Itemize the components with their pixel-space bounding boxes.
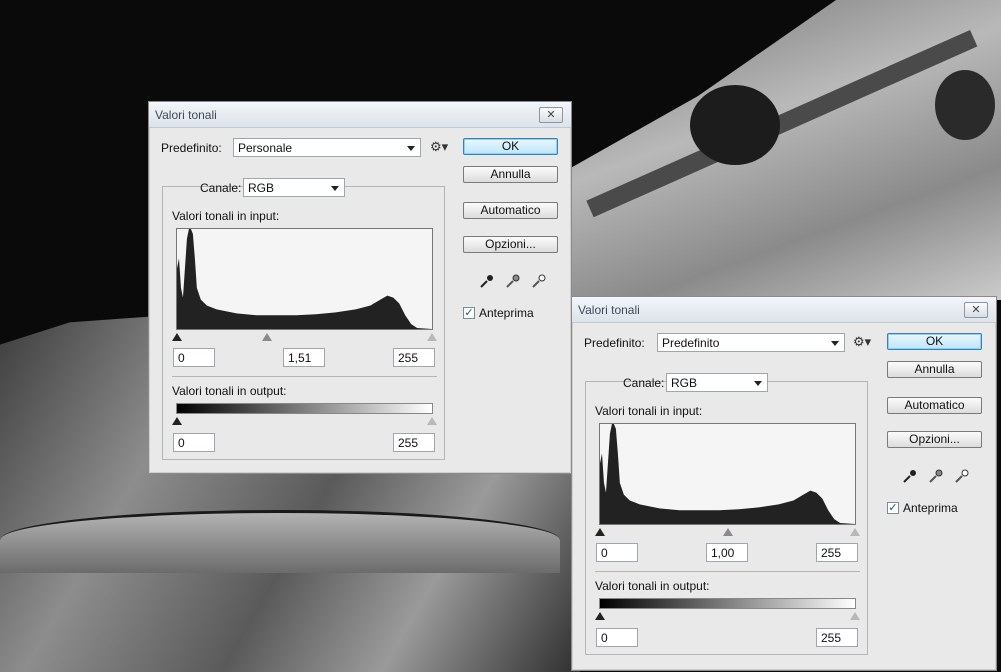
- close-button[interactable]: ✕: [964, 302, 988, 318]
- gray-eyedropper-icon[interactable]: [504, 272, 522, 290]
- input-gamma-field[interactable]: 1,51: [283, 348, 325, 367]
- chevron-down-icon: [754, 381, 762, 386]
- black-eyedropper-icon[interactable]: [901, 467, 919, 485]
- preset-select[interactable]: Personale: [233, 138, 421, 157]
- output-black-slider[interactable]: [172, 417, 182, 425]
- output-black-field[interactable]: 0: [596, 628, 638, 647]
- channel-select[interactable]: RGB: [243, 178, 345, 197]
- output-levels-label: Valori tonali in output:: [595, 579, 710, 593]
- dialog-title: Valori tonali: [155, 108, 217, 122]
- output-levels-label: Valori tonali in output:: [172, 384, 287, 398]
- chevron-down-icon: [831, 341, 839, 346]
- preview-label: Anteprima: [479, 306, 534, 320]
- preset-value: Predefinito: [662, 336, 720, 350]
- gear-icon[interactable]: ⚙▾: [430, 139, 448, 155]
- output-white-slider[interactable]: [427, 417, 437, 425]
- preview-label: Anteprima: [903, 501, 958, 515]
- input-white-field[interactable]: 255: [393, 348, 435, 367]
- input-levels-label: Valori tonali in input:: [172, 209, 280, 223]
- preset-select[interactable]: Predefinito: [657, 333, 845, 352]
- auto-button[interactable]: Automatico: [887, 397, 982, 414]
- levels-dialog-default: Valori tonali ✕ Predefinito: Predefinito…: [571, 296, 997, 671]
- output-white-field[interactable]: 255: [393, 433, 435, 452]
- ok-button[interactable]: OK: [887, 333, 982, 350]
- preset-label: Predefinito:: [584, 336, 645, 350]
- output-gradient: [599, 598, 856, 609]
- input-black-slider[interactable]: [172, 333, 182, 341]
- divider: [172, 376, 437, 377]
- cancel-button[interactable]: Annulla: [463, 166, 558, 183]
- white-eyedropper-icon[interactable]: [953, 467, 971, 485]
- dialog-title: Valori tonali: [578, 303, 640, 317]
- output-black-slider[interactable]: [595, 612, 605, 620]
- chevron-down-icon: [331, 186, 339, 191]
- input-white-field[interactable]: 255: [816, 543, 858, 562]
- options-button[interactable]: Opzioni...: [887, 431, 982, 448]
- input-gamma-slider[interactable]: [262, 333, 272, 341]
- close-icon: ✕: [546, 108, 556, 121]
- input-white-slider[interactable]: [427, 333, 437, 341]
- auto-button[interactable]: Automatico: [463, 202, 558, 219]
- output-black-field[interactable]: 0: [173, 433, 215, 452]
- gray-eyedropper-icon[interactable]: [927, 467, 945, 485]
- divider: [595, 571, 860, 572]
- preview-checkbox[interactable]: ✓: [463, 307, 475, 319]
- input-gamma-slider[interactable]: [723, 528, 733, 536]
- output-white-field[interactable]: 255: [816, 628, 858, 647]
- input-black-field[interactable]: 0: [173, 348, 215, 367]
- channel-value: RGB: [248, 181, 275, 195]
- white-eyedropper-icon[interactable]: [530, 272, 548, 290]
- preset-label: Predefinito:: [161, 141, 222, 155]
- input-black-field[interactable]: 0: [596, 543, 638, 562]
- dialog-titlebar[interactable]: Valori tonali ✕: [149, 102, 571, 128]
- black-eyedropper-icon[interactable]: [478, 272, 496, 290]
- chevron-down-icon: [407, 146, 415, 151]
- input-gamma-field[interactable]: 1,00: [706, 543, 748, 562]
- preview-checkbox[interactable]: ✓: [887, 502, 899, 514]
- channel-label: Canale:: [200, 181, 242, 195]
- levels-dialog-custom: Valori tonali ✕ Predefinito: Personale ⚙…: [148, 101, 572, 474]
- channel-value: RGB: [671, 376, 698, 390]
- options-button[interactable]: Opzioni...: [463, 236, 558, 253]
- input-white-slider[interactable]: [850, 528, 860, 536]
- histogram: [176, 228, 433, 330]
- ok-button[interactable]: OK: [463, 138, 558, 155]
- channel-label: Canale:: [623, 376, 665, 390]
- channel-select[interactable]: RGB: [666, 373, 768, 392]
- close-icon: ✕: [971, 303, 981, 316]
- dialog-titlebar[interactable]: Valori tonali ✕: [572, 297, 996, 323]
- cancel-button[interactable]: Annulla: [887, 361, 982, 378]
- close-button[interactable]: ✕: [539, 107, 563, 123]
- input-black-slider[interactable]: [595, 528, 605, 536]
- preset-value: Personale: [238, 141, 293, 155]
- histogram: [599, 423, 856, 525]
- input-levels-label: Valori tonali in input:: [595, 404, 703, 418]
- output-white-slider[interactable]: [850, 612, 860, 620]
- gear-icon[interactable]: ⚙▾: [853, 334, 871, 350]
- output-gradient: [176, 403, 433, 414]
